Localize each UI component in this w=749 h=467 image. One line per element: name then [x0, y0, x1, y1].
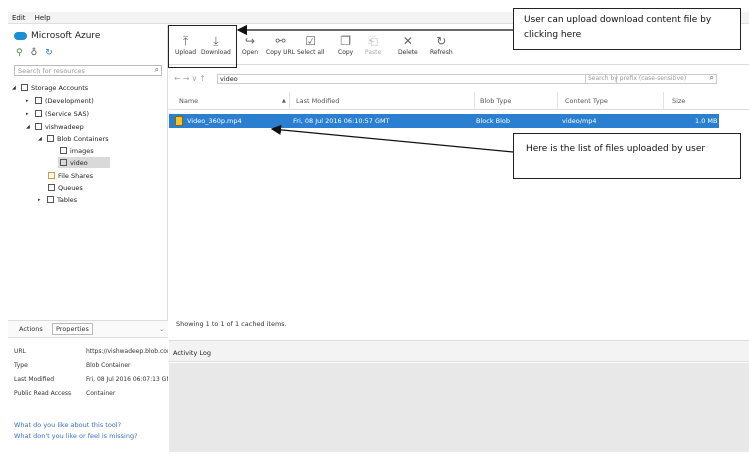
arrow-to-files [270, 124, 514, 153]
annotation-arrows [236, 24, 514, 153]
